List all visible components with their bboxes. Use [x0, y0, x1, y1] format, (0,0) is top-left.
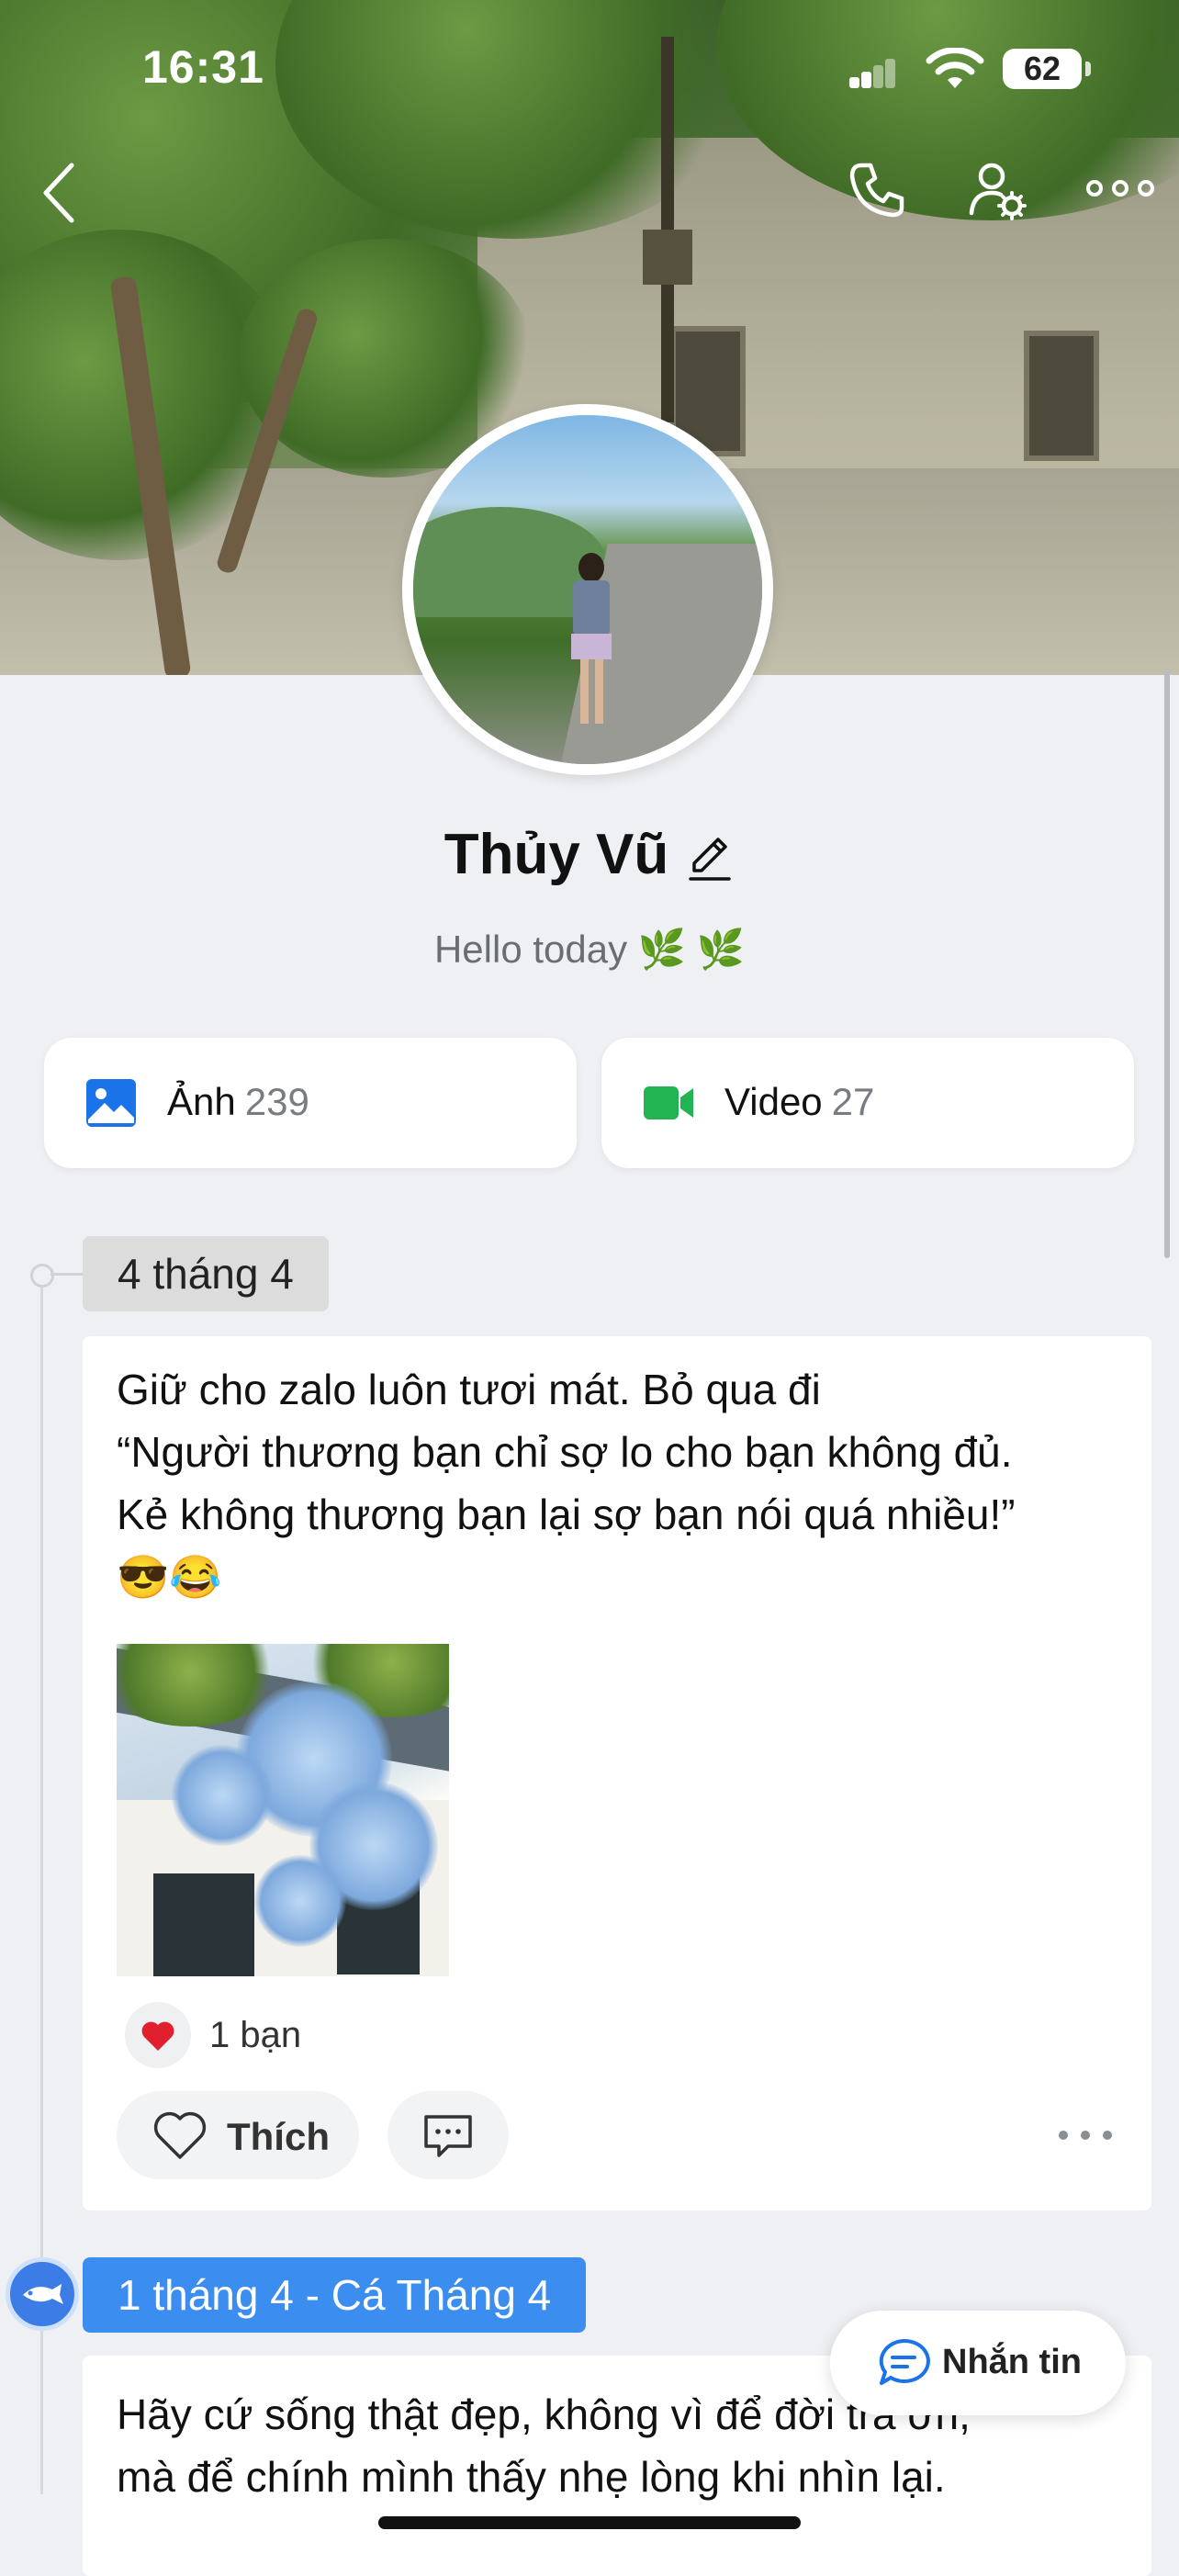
- profile-name-row: Thủy Vũ: [0, 822, 1179, 887]
- comment-button[interactable]: [387, 2091, 509, 2179]
- status-time: 16:31: [142, 41, 264, 93]
- timeline-date: 4 tháng 4: [83, 1236, 329, 1311]
- videos-button[interactable]: Video 27: [601, 1038, 1134, 1168]
- reaction-count: 1 bạn: [209, 2015, 302, 2055]
- phone-icon[interactable]: [845, 158, 909, 222]
- heart-reaction-icon: [125, 2002, 191, 2068]
- avatar-photo: [413, 415, 762, 764]
- like-label: Thích: [227, 2115, 330, 2158]
- chevron-left-icon[interactable]: [33, 156, 88, 230]
- wifi-icon: [926, 48, 984, 88]
- image-icon: [86, 1079, 136, 1127]
- like-button[interactable]: Thích: [117, 2091, 359, 2179]
- timeline-post[interactable]: Giữ cho zalo luôn tươi mát. Bỏ qua đi “N…: [83, 1336, 1151, 2210]
- photos-count: 239: [244, 1080, 309, 1123]
- signal-icon: [849, 59, 895, 88]
- timeline-connector: [51, 1273, 84, 1276]
- timeline-dot: [30, 1264, 54, 1288]
- message-button[interactable]: Nhắn tin: [830, 2311, 1126, 2415]
- profile-bio: Hello today 🌿 🌿: [433, 928, 746, 971]
- user-settings-icon[interactable]: [966, 158, 1030, 222]
- message-label: Nhắn tin: [942, 2343, 1082, 2381]
- timeline-date: 1 tháng 4 - Cá Tháng 4: [83, 2257, 587, 2333]
- comment-icon: [424, 2115, 472, 2157]
- pencil-edit-icon[interactable]: [685, 834, 735, 883]
- video-camera-icon: [644, 1086, 693, 1119]
- post-text: Giữ cho zalo luôn tươi mát. Bỏ qua đi “N…: [117, 1366, 1016, 1601]
- photos-button[interactable]: Ảnh 239: [44, 1038, 577, 1168]
- post-more-icon[interactable]: [1056, 2124, 1115, 2146]
- home-indicator[interactable]: [378, 2516, 801, 2529]
- battery-indicator: 62: [1003, 49, 1091, 89]
- avatar[interactable]: [402, 404, 773, 775]
- videos-label: Video 27: [724, 1080, 875, 1123]
- videos-count: 27: [831, 1080, 875, 1123]
- chat-bubble-icon: [879, 2338, 930, 2385]
- scrollbar[interactable]: [1164, 670, 1170, 1258]
- photos-label: Ảnh 239: [167, 1080, 309, 1123]
- heart-outline-icon: [153, 2111, 207, 2159]
- profile-name: Thủy Vũ: [444, 823, 669, 886]
- post-photo[interactable]: [117, 1644, 449, 1976]
- april-fools-badge-icon: [6, 2257, 79, 2331]
- more-horizontal-icon[interactable]: [1084, 170, 1157, 207]
